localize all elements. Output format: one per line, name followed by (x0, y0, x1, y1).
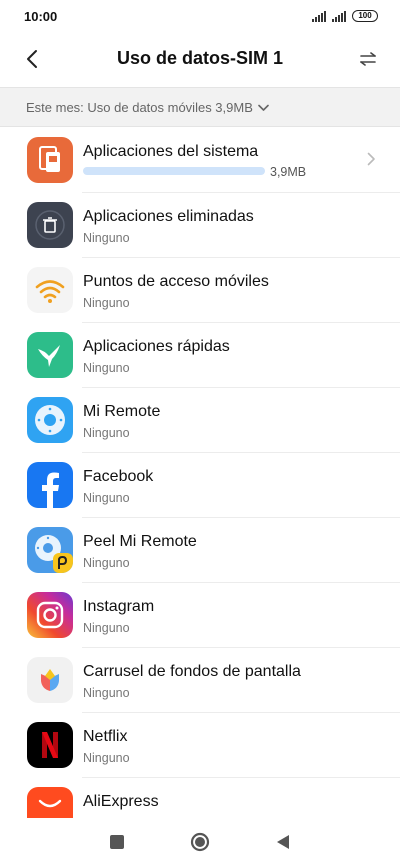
wallpaper-carousel-icon (27, 657, 73, 703)
app-usage: Ninguno (83, 491, 130, 505)
trash-icon (27, 202, 73, 248)
swap-arrows-icon (360, 52, 376, 66)
wifi-hotspot-icon (27, 267, 73, 313)
list-item-wallpaper-carousel[interactable]: Carrusel de fondos de pantalla Ninguno (0, 648, 400, 713)
system-apps-icon (27, 137, 73, 183)
signal-icon (312, 10, 326, 22)
app-usage: Ninguno (83, 686, 130, 700)
app-name: Netflix (83, 728, 128, 745)
app-usage: Ninguno (83, 751, 130, 765)
navigation-bar (0, 818, 400, 866)
list-item-system-apps[interactable]: Aplicaciones del sistema 3,9MB (0, 128, 400, 193)
app-name: Mi Remote (83, 403, 161, 420)
app-usage: Ninguno (83, 426, 130, 440)
chevron-down-icon (258, 104, 269, 111)
list-item-facebook[interactable]: Facebook Ninguno (0, 453, 400, 518)
app-name: Aplicaciones del sistema (83, 143, 259, 160)
period-filter[interactable]: Este mes: Uso de datos móviles 3,9MB (0, 87, 400, 127)
peel-remote-icon (27, 527, 73, 573)
netflix-icon (27, 722, 73, 768)
battery-icon: 100 (352, 10, 378, 22)
app-name: Aplicaciones rápidas (83, 338, 230, 355)
app-list: Aplicaciones del sistema 3,9MB Aplicacio… (0, 128, 400, 843)
status-time: 10:00 (24, 9, 58, 24)
app-usage: Ninguno (83, 621, 130, 635)
page-title: Uso de datos-SIM 1 (116, 48, 284, 68)
remote-icon (27, 397, 73, 443)
facebook-icon (27, 462, 73, 508)
list-item-peel-mi-remote[interactable]: Peel Mi Remote Ninguno (0, 518, 400, 583)
list-item-netflix[interactable]: Netflix Ninguno (0, 713, 400, 778)
usage-bar-fill (83, 167, 265, 175)
usage-bar (83, 167, 265, 175)
chevron-right-icon (367, 152, 375, 166)
recent-apps-button[interactable] (110, 835, 124, 849)
app-name: Peel Mi Remote (83, 533, 197, 550)
app-name: Carrusel de fondos de pantalla (83, 663, 301, 680)
app-name: Instagram (83, 598, 155, 615)
list-item-quick-apps[interactable]: Aplicaciones rápidas Ninguno (0, 323, 400, 388)
app-name: Facebook (83, 468, 154, 485)
status-bar: 10:00 100 (0, 0, 400, 34)
list-item-mi-remote[interactable]: Mi Remote Ninguno (0, 388, 400, 453)
list-item-deleted-apps[interactable]: Aplicaciones eliminadas Ninguno (0, 193, 400, 258)
usage-value: 3,9MB (270, 165, 307, 179)
period-filter-label: Este mes: Uso de datos móviles 3,9MB (26, 99, 253, 115)
app-usage: Ninguno (83, 361, 130, 375)
app-name: Puntos de acceso móviles (83, 273, 269, 290)
signal-icon (332, 10, 346, 22)
status-indicators: 100 (312, 10, 378, 22)
app-usage: Ninguno (83, 556, 130, 570)
app-name: Aplicaciones eliminadas (83, 208, 254, 225)
app-name: AliExpress (83, 793, 159, 810)
switch-sim-button[interactable] (354, 46, 382, 72)
list-item-instagram[interactable]: Instagram Ninguno (0, 583, 400, 648)
list-item-hotspot[interactable]: Puntos de acceso móviles Ninguno (0, 258, 400, 323)
header: Uso de datos-SIM 1 (0, 34, 400, 84)
hummingbird-icon (27, 332, 73, 378)
app-usage: Ninguno (83, 231, 130, 245)
app-usage: Ninguno (83, 296, 130, 310)
instagram-icon (27, 592, 73, 638)
home-button[interactable] (190, 832, 210, 852)
nav-back-button[interactable] (274, 833, 292, 851)
